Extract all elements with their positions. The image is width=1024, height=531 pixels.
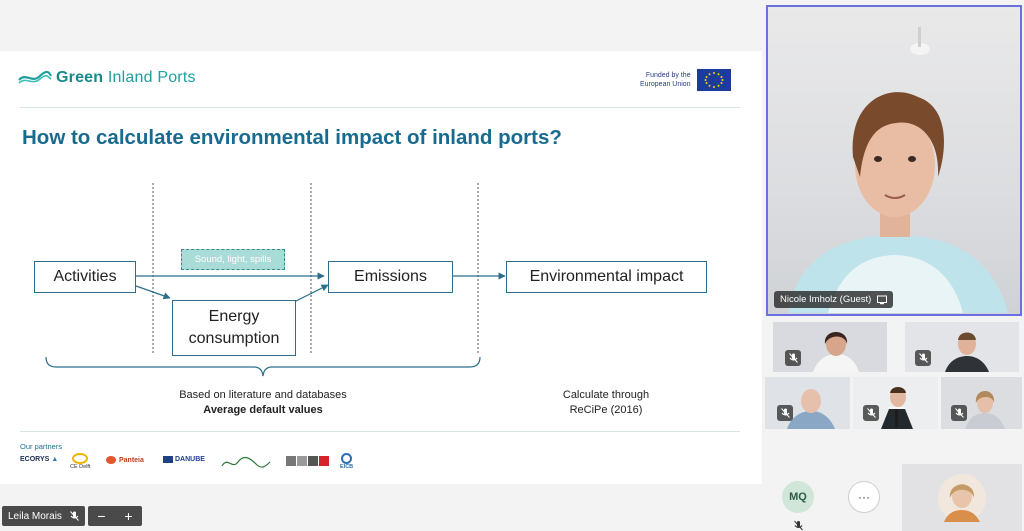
mic-off-icon	[785, 350, 801, 366]
partners-title: Our partners	[20, 442, 63, 451]
wave-logo-icon	[18, 70, 52, 84]
speaker-name-chip: Nicole Imholz (Guest)	[774, 291, 894, 308]
shared-slide: Green Inland Ports Funded by the Europea…	[0, 51, 762, 484]
partner-script-logo	[220, 456, 272, 470]
mic-off-icon	[70, 511, 79, 521]
logo-text: Green Inland Ports	[56, 69, 196, 86]
diagram-lines	[45, 183, 506, 377]
energy-consumption-box: Energy consumption	[172, 300, 296, 356]
participant-tile-3[interactable]	[765, 377, 850, 429]
emissions-box: Emissions	[328, 261, 453, 293]
zoom-control: − +	[88, 506, 142, 526]
mic-off-icon	[951, 405, 967, 421]
partner-eicb-logo: EICB	[340, 453, 353, 470]
participant-video-icon	[965, 391, 1005, 429]
partner-ecorys-logo: ECORYS ▲	[20, 456, 59, 463]
caption-right: Calculate through ReCiPe (2016)	[562, 389, 650, 416]
caption-left: Based on literature and databases Averag…	[179, 389, 347, 416]
participant-video-icon	[881, 387, 913, 429]
partner-cedelft-logo: CE Delft	[70, 453, 90, 470]
participant-avatar-mq[interactable]: MQ	[782, 481, 814, 513]
mic-off-icon	[863, 405, 879, 421]
speaker-video-icon	[788, 27, 1008, 313]
screen-share-icon	[877, 295, 888, 304]
mic-off-icon	[794, 518, 803, 531]
mic-off-icon	[915, 350, 931, 366]
partner-pantea-logo: Panteia	[106, 456, 144, 464]
slide-title: How to calculate environmental impact of…	[22, 126, 562, 149]
eu-flag-icon	[696, 69, 731, 91]
more-participants-button[interactable]: ···	[848, 481, 880, 513]
participant-video-icon	[787, 389, 835, 429]
zoom-in-button[interactable]: +	[124, 508, 132, 524]
green-inland-ports-logo: Green Inland Ports	[18, 69, 196, 87]
eu-funding-text: Funded by the European Union	[640, 72, 691, 88]
self-video-icon	[938, 474, 986, 522]
active-speaker-tile[interactable]: Nicole Imholz (Guest)	[766, 5, 1022, 316]
impact-diagram: Activities Sound, light, spills Energy c…	[0, 171, 762, 421]
mic-off-icon	[777, 405, 793, 421]
participant-tile-4[interactable]	[853, 377, 938, 429]
eu-funding-badge: Funded by the European Union	[640, 69, 731, 91]
activities-box: Activities	[34, 261, 136, 293]
environmental-impact-box: Environmental impact	[506, 261, 707, 293]
self-name-chip: Leila Morais	[2, 506, 85, 526]
zoom-out-button[interactable]: −	[97, 508, 105, 524]
meeting-window: Green Inland Ports Funded by the Europea…	[0, 0, 1024, 531]
participant-tile-1[interactable]	[773, 322, 887, 372]
partner-danube-logo: DANUBE	[163, 456, 205, 463]
header-divider	[20, 107, 740, 108]
sound-light-spills-box: Sound, light, spills	[181, 249, 285, 270]
participant-tile-2[interactable]	[905, 322, 1019, 372]
partners-divider	[20, 431, 740, 432]
self-view-tile[interactable]	[902, 464, 1022, 531]
partner-blocks-logo	[286, 456, 329, 466]
participant-tile-5[interactable]	[941, 377, 1022, 429]
